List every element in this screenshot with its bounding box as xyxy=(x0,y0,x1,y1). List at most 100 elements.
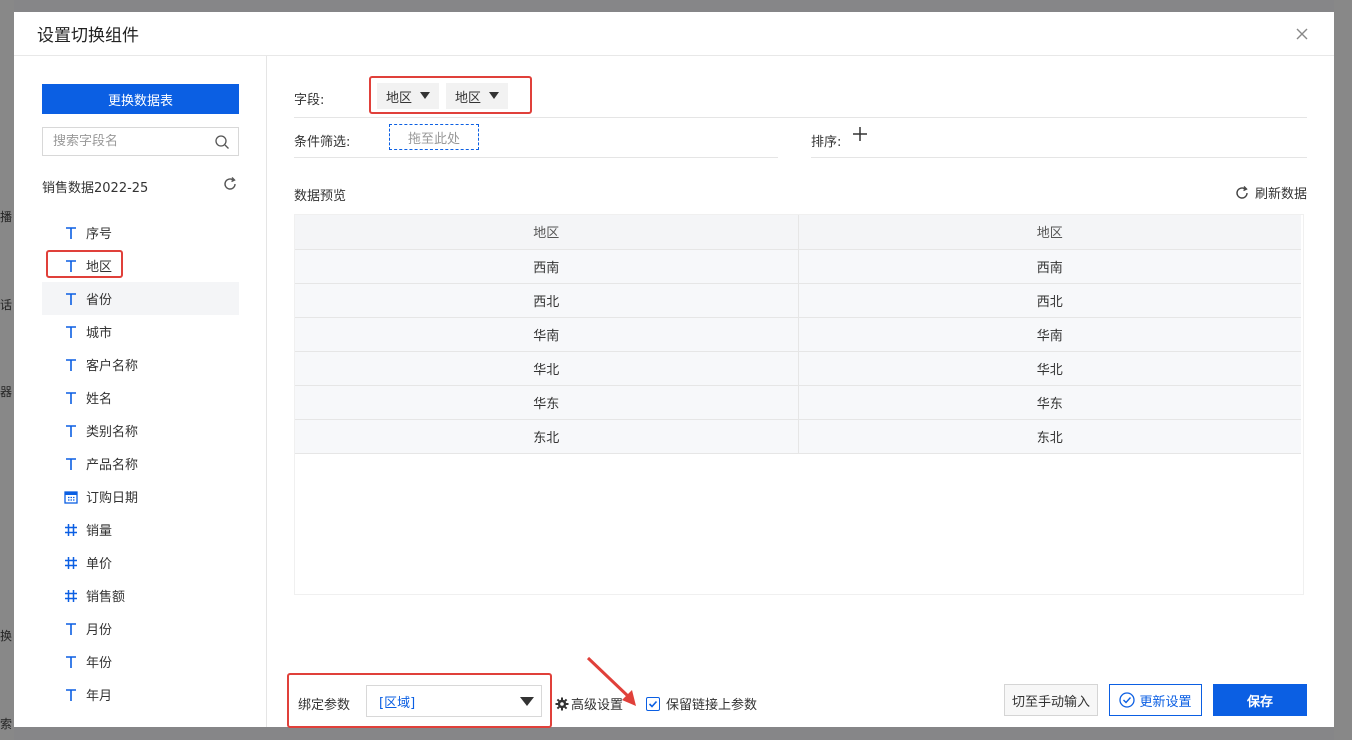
column-header: 地区 xyxy=(295,215,799,250)
preview-title: 数据预览 xyxy=(294,189,347,204)
manual-input-button[interactable]: 切至手动输入 xyxy=(1004,684,1098,716)
field-item[interactable]: 销售额 xyxy=(42,579,239,612)
text-type-icon xyxy=(64,259,78,273)
dataset-name: 销售数据2022-25 xyxy=(42,181,149,196)
field-item[interactable]: 单价 xyxy=(42,546,239,579)
fields-row: 字段: 地区 地区 xyxy=(294,74,1307,118)
field-item[interactable]: 地区 xyxy=(42,249,239,282)
table-row: 华北 华北 xyxy=(295,351,1301,386)
save-button[interactable]: 保存 xyxy=(1213,684,1307,716)
filter-label: 条件筛选: xyxy=(294,135,351,150)
text-type-icon xyxy=(64,292,78,306)
close-button[interactable] xyxy=(1292,24,1312,44)
advanced-settings-button[interactable]: 高级设置 xyxy=(555,694,623,713)
refresh-fields-icon[interactable] xyxy=(221,175,239,193)
field-item[interactable]: 客户名称 xyxy=(42,348,239,381)
field-label: 单价 xyxy=(86,557,113,572)
field-label: 月份 xyxy=(86,623,113,638)
field-label: 序号 xyxy=(86,227,113,242)
field-search-box xyxy=(42,127,239,156)
field-item[interactable]: 城市 xyxy=(42,315,239,348)
field-item[interactable]: 年月 xyxy=(42,678,239,711)
table-cell: 华东 xyxy=(798,385,1301,420)
manual-input-label: 切至手动输入 xyxy=(1011,694,1090,710)
sort-row: 排序: xyxy=(811,118,1307,158)
table-header-row: 地区 地区 xyxy=(295,215,1301,250)
search-icon[interactable] xyxy=(214,134,230,150)
field-chip-label: 地区 xyxy=(455,90,482,106)
update-settings-label: 更新设置 xyxy=(1139,694,1192,710)
table-cell: 华北 xyxy=(295,351,799,386)
table-cell: 华北 xyxy=(798,351,1301,386)
keep-link-param-label: 保留链接上参数 xyxy=(666,698,758,713)
table-cell: 西南 xyxy=(295,249,799,284)
text-type-icon xyxy=(64,457,78,471)
text-type-icon xyxy=(64,325,78,339)
field-list: 序号 地区 省份 城市 客户名称 姓名 类别名称 产品名称 订购日期 销量 单价… xyxy=(42,216,239,711)
text-type-icon xyxy=(64,688,78,702)
refresh-data-label: 刷新数据 xyxy=(1254,187,1307,202)
field-item[interactable]: 年份 xyxy=(42,645,239,678)
field-item[interactable]: 月份 xyxy=(42,612,239,645)
table-row: 华东 华东 xyxy=(295,385,1301,420)
bind-param-value: [区域] xyxy=(379,695,416,711)
field-label: 销售额 xyxy=(86,590,126,605)
field-chip[interactable]: 地区 xyxy=(446,83,509,109)
table-cell: 华南 xyxy=(798,317,1301,352)
text-type-icon xyxy=(64,655,78,669)
sort-label: 排序: xyxy=(811,135,842,150)
field-label: 省份 xyxy=(86,293,113,308)
data-preview-area: 地区 地区 西南 西南 西北 西北 华南 华南 华北 华北 华东 华东 东北 东… xyxy=(294,214,1304,595)
field-item[interactable]: 订购日期 xyxy=(42,480,239,513)
gear-icon xyxy=(555,697,569,710)
field-item[interactable]: 类别名称 xyxy=(42,414,239,447)
switch-component-dialog: 设置切换组件 更换数据表 销售数据2022-25 序号 地区 省份 xyxy=(14,12,1334,728)
keep-link-param-checkbox[interactable]: 保留链接上参数 xyxy=(646,694,757,713)
field-item[interactable]: 产品名称 xyxy=(42,447,239,480)
field-item[interactable]: 序号 xyxy=(42,216,239,249)
field-label: 类别名称 xyxy=(86,425,139,440)
field-label: 产品名称 xyxy=(86,458,139,473)
add-sort-icon[interactable] xyxy=(852,126,868,142)
calendar-icon xyxy=(64,490,78,504)
table-cell: 西北 xyxy=(295,283,799,318)
field-item[interactable]: 销量 xyxy=(42,513,239,546)
bind-param-group: 绑定参数 [区域] xyxy=(287,673,552,728)
filter-drop-zone[interactable]: 拖至此处 xyxy=(389,124,479,150)
table-row: 华南 华南 xyxy=(295,317,1301,352)
field-label: 城市 xyxy=(86,326,113,341)
table-cell: 华东 xyxy=(295,385,799,420)
number-type-icon xyxy=(64,589,78,603)
field-search-input[interactable] xyxy=(53,134,203,149)
check-circle-icon xyxy=(1119,692,1136,708)
bind-param-select[interactable]: [区域] xyxy=(366,685,542,717)
fields-label: 字段: xyxy=(294,93,325,108)
caret-down-icon xyxy=(420,91,431,99)
field-label: 地区 xyxy=(86,260,113,275)
preview-table: 地区 地区 西南 西南 西北 西北 华南 华南 华北 华北 华东 华东 东北 东… xyxy=(295,215,1301,454)
text-type-icon xyxy=(64,424,78,438)
table-cell: 东北 xyxy=(798,419,1301,454)
field-label: 姓名 xyxy=(86,392,113,407)
update-settings-button[interactable]: 更新设置 xyxy=(1109,684,1202,716)
number-type-icon xyxy=(64,556,78,570)
field-label: 销量 xyxy=(86,524,113,539)
field-item[interactable]: 姓名 xyxy=(42,381,239,414)
text-type-icon xyxy=(64,622,78,636)
caret-down-icon xyxy=(489,91,500,99)
field-label: 年份 xyxy=(86,656,113,671)
field-label: 年月 xyxy=(86,689,113,704)
bottom-bar: 绑定参数 [区域] 高级设置 保留链接上参数 切至手动输入 更新设置 保存 xyxy=(268,656,1334,728)
config-panel: 字段: 地区 地区 条件筛选: 拖至此处 排序: 数据预览 刷新数据 地区 地区… xyxy=(268,56,1334,728)
caret-down-icon xyxy=(520,697,534,706)
advanced-settings-label: 高级设置 xyxy=(571,698,624,713)
change-table-button[interactable]: 更换数据表 xyxy=(42,84,239,114)
drop-zone-placeholder: 拖至此处 xyxy=(407,131,460,147)
field-chip-label: 地区 xyxy=(386,90,413,106)
column-header: 地区 xyxy=(798,215,1301,250)
dialog-header: 设置切换组件 xyxy=(14,12,1334,56)
field-chip[interactable]: 地区 xyxy=(377,83,440,109)
refresh-data-button[interactable]: 刷新数据 xyxy=(1234,183,1307,202)
text-type-icon xyxy=(64,226,78,240)
field-item[interactable]: 省份 xyxy=(42,282,239,315)
